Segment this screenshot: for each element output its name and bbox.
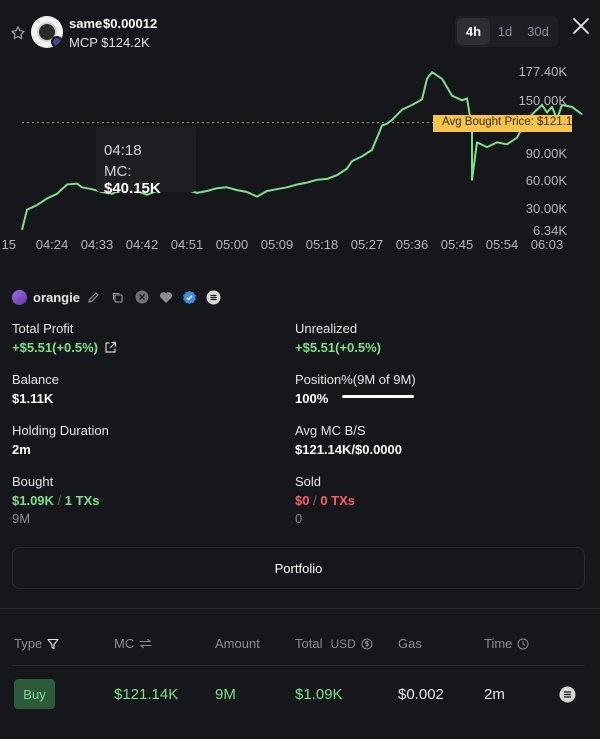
table-header-divider — [12, 665, 585, 666]
section-divider — [0, 608, 600, 609]
price-chart[interactable]: B 177.40K150.00K120.00K90.00K60.00K30.00… — [0, 55, 600, 260]
bought-separator: / — [57, 493, 62, 508]
col-mc[interactable]: MC — [114, 636, 152, 651]
sold-label: Sold — [295, 474, 322, 489]
balance-value: $1.11K — [12, 391, 54, 406]
y-tick-label: 30.00K — [526, 201, 568, 216]
x-tick-label: 05:54 — [486, 237, 519, 252]
unrealized-label: Unrealized — [295, 321, 358, 336]
sold-value: $0 / 0 TXs — [295, 493, 355, 508]
holding-duration-label: Holding Duration — [12, 423, 109, 438]
heart-icon[interactable] — [158, 289, 174, 305]
position-label: Position%(9M of 9M) — [295, 372, 416, 387]
x-tick-label: 05:36 — [396, 237, 429, 252]
total-profit-amount: +$5.51(+0.5%) — [12, 340, 99, 355]
col-amount: Amount — [215, 636, 260, 651]
chain-badge-icon — [51, 36, 63, 48]
swap-icon[interactable] — [139, 638, 152, 649]
bought-amount: 9M — [12, 511, 31, 526]
filter-icon[interactable] — [47, 638, 59, 650]
row-time: 2m — [484, 686, 505, 703]
balance-label: Balance — [12, 372, 59, 387]
sold-amount: 0 — [295, 511, 303, 526]
y-tick-label: 150.00K — [519, 93, 568, 108]
type-buy-badge: Buy — [14, 679, 55, 709]
list-icon[interactable] — [206, 289, 222, 305]
x-tick-label: 05:27 — [351, 237, 384, 252]
chart-tooltip: 04:18 MC: $40.15K — [96, 126, 196, 197]
x-social-icon[interactable] — [134, 289, 150, 305]
col-total[interactable]: Total USD — [295, 636, 373, 651]
row-gas: $0.002 — [398, 686, 444, 703]
token-market-cap: MCP $124.2K — [69, 35, 150, 50]
total-profit-value: +$5.51(+0.5%) — [12, 340, 117, 355]
position-bar — [342, 395, 414, 398]
sold-txs: 0 TXs — [320, 493, 356, 508]
x-tick-label: 05:45 — [441, 237, 474, 252]
wallet-avatar — [12, 289, 27, 305]
copy-icon[interactable] — [110, 289, 126, 305]
row-mc: $121.14K — [114, 686, 179, 703]
bought-label: Bought — [12, 474, 54, 489]
y-tick-label: 177.40K — [519, 64, 568, 79]
clock-icon[interactable] — [517, 638, 529, 650]
avg-bought-price-tag: Avg Bought Price: $121.14K — [433, 115, 572, 132]
col-total-label: Total — [295, 636, 323, 651]
bought-txs: 1 TXs — [64, 493, 100, 508]
y-tick-label: 6.34K — [533, 223, 567, 238]
external-link-icon[interactable] — [104, 341, 117, 354]
token-price: $0.00012 — [103, 16, 158, 31]
x-tick-label: 04:24 — [36, 237, 69, 252]
avg-mc-label: Avg MC B/S — [295, 423, 366, 438]
sold-usd: $0 — [295, 493, 310, 508]
bought-usd: $1.09K — [12, 493, 54, 508]
x-tick-label: 15 — [2, 237, 16, 252]
tooltip-time: 04:18 — [104, 142, 142, 159]
token-avatar — [31, 16, 63, 48]
currency-icon[interactable] — [361, 638, 373, 650]
y-tick-label: 90.00K — [526, 146, 568, 161]
col-mc-label: MC — [114, 636, 135, 651]
row-total: $1.09K — [295, 686, 343, 703]
col-time-label: Time — [484, 636, 513, 651]
col-gas: Gas — [398, 636, 422, 651]
row-details-icon[interactable] — [559, 686, 576, 703]
verified-icon — [182, 289, 198, 305]
total-profit-label: Total Profit — [12, 321, 74, 336]
tooltip-mc: MC: $40.15K — [104, 163, 161, 197]
star-icon[interactable] — [10, 25, 26, 41]
timeframe-selector: 4h 1d 30d — [455, 16, 558, 47]
holding-duration-value: 2m — [12, 442, 31, 457]
col-time[interactable]: Time — [484, 636, 529, 651]
portfolio-button[interactable]: Portfolio — [12, 547, 585, 589]
x-tick-label: 04:51 — [171, 237, 204, 252]
edit-icon[interactable] — [86, 289, 102, 305]
sold-separator: / — [313, 493, 317, 508]
x-tick-label: 05:09 — [261, 237, 294, 252]
x-tick-label: 05:00 — [216, 237, 249, 252]
x-tick-label: 06:03 — [531, 237, 564, 252]
col-type[interactable]: Type — [14, 636, 59, 651]
timeframe-1d[interactable]: 1d — [490, 18, 520, 45]
wallet-row: orangie — [12, 288, 230, 306]
timeframe-30d[interactable]: 30d — [520, 18, 556, 45]
bought-value: $1.09K / 1 TXs — [12, 493, 99, 508]
y-tick-label: 60.00K — [526, 173, 568, 188]
x-tick-label: 04:42 — [126, 237, 159, 252]
close-icon[interactable] — [572, 17, 590, 35]
col-total-unit: USD — [330, 636, 356, 651]
x-tick-label: 05:18 — [306, 237, 339, 252]
position-value: 100% — [295, 391, 329, 406]
col-type-label: Type — [14, 636, 43, 651]
wallet-name[interactable]: orangie — [33, 290, 80, 305]
token-name: same — [69, 16, 103, 31]
timeframe-4h[interactable]: 4h — [457, 18, 490, 45]
x-tick-label: 04:33 — [81, 237, 114, 252]
avg-mc-value: $121.14K/$0.0000 — [295, 442, 402, 457]
row-amount: 9M — [215, 686, 236, 703]
unrealized-value: +$5.51(+0.5%) — [295, 340, 382, 355]
